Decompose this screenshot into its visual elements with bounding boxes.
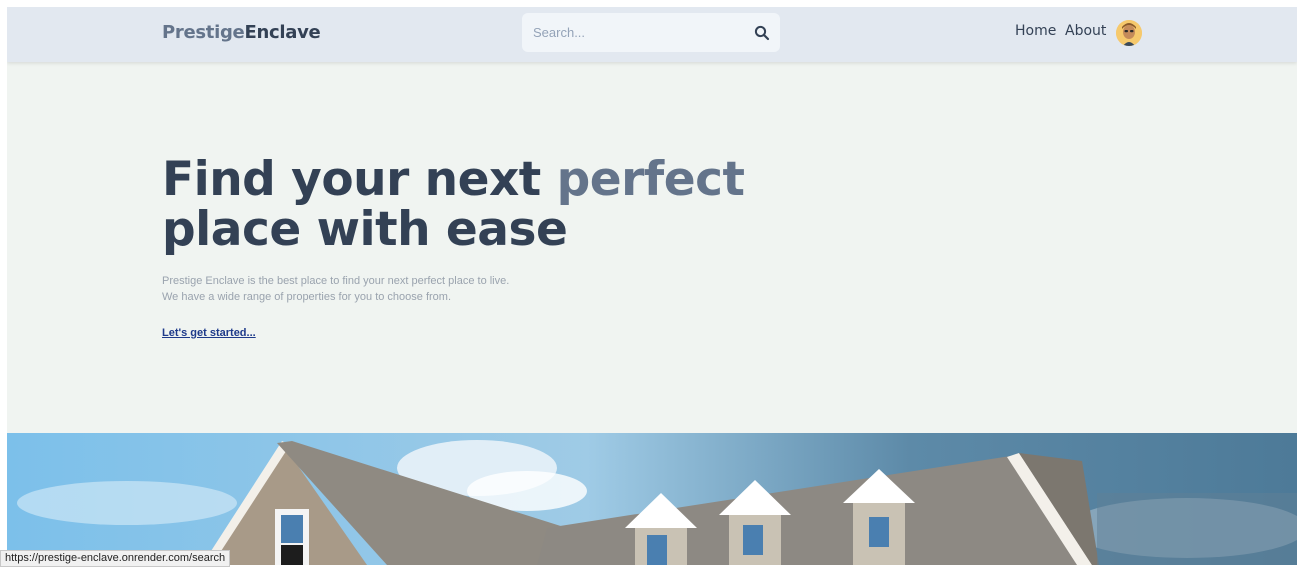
site-logo[interactable]: PrestigeEnclave <box>162 22 321 43</box>
hero-title-line2: place with ease <box>162 202 568 257</box>
hero-title-line1: Find your next <box>162 152 557 207</box>
nav-about-link[interactable]: About <box>1065 23 1106 39</box>
hero-description: Prestige Enclave is the best place to fi… <box>162 273 509 305</box>
browser-status-bar: https://prestige-enclave.onrender.com/se… <box>0 550 231 567</box>
hero-title: Find your next perfect place with ease <box>162 155 802 255</box>
search-icon[interactable] <box>754 25 770 41</box>
site-header: PrestigeEnclave Home About <box>7 7 1297 62</box>
hero-description-line2: We have a wide range of properties for y… <box>162 291 452 303</box>
logo-text-enclave: Enclave <box>244 22 321 43</box>
page: PrestigeEnclave Home About <box>7 7 1297 565</box>
hero-title-accent: perfect <box>556 152 745 207</box>
get-started-link[interactable]: Let's get started... <box>162 327 256 339</box>
hero-house-image <box>7 433 1297 565</box>
hero-description-line1: Prestige Enclave is the best place to fi… <box>162 275 510 287</box>
logo-text-prestige: Prestige <box>162 22 245 43</box>
search-form <box>522 13 780 52</box>
user-avatar[interactable] <box>1116 20 1142 46</box>
nav-home-link[interactable]: Home <box>1015 23 1056 39</box>
search-input[interactable] <box>522 13 753 52</box>
